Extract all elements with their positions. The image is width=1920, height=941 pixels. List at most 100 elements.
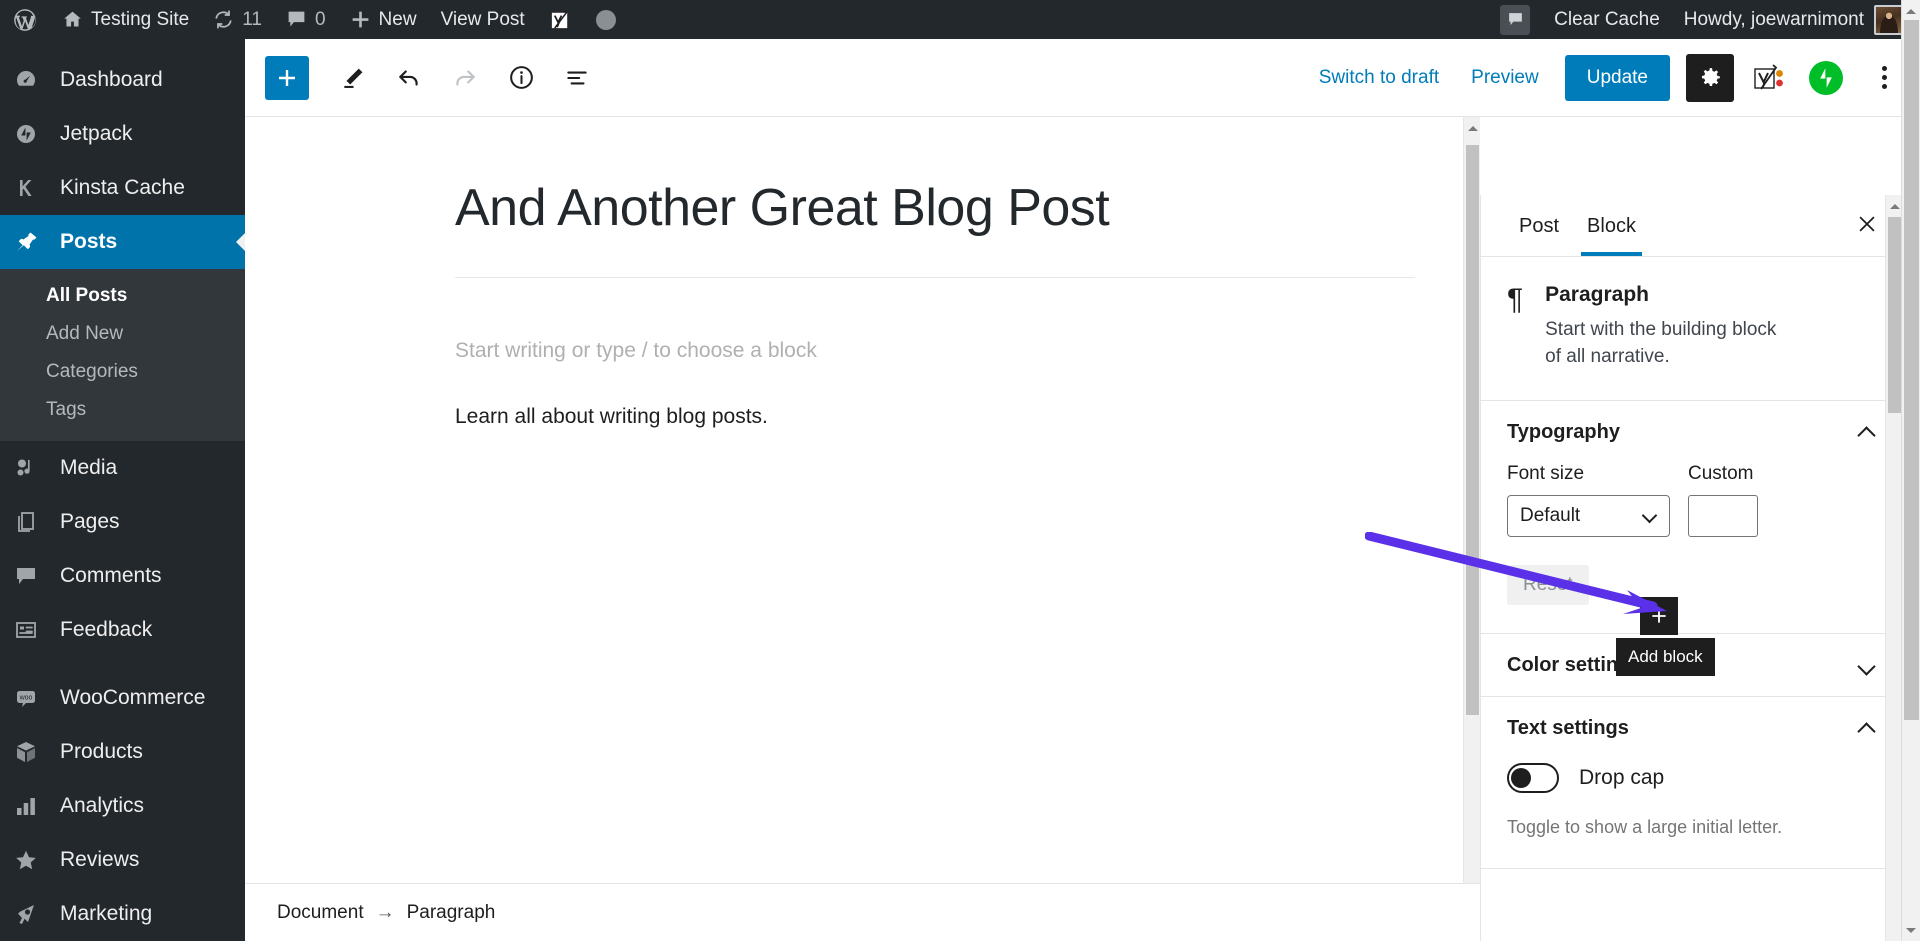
- scroll-up-arrow-icon[interactable]: [1902, 2, 1919, 20]
- sidebar-item-label: Marketing: [60, 902, 153, 925]
- typography-section: Typography Font size Default Custom Rese…: [1481, 401, 1902, 635]
- chevron-down-icon: [1858, 656, 1876, 674]
- sidebar-item-analytics[interactable]: Analytics: [0, 779, 245, 833]
- jetpack-icon: [14, 122, 54, 146]
- adminbar-comments[interactable]: 0: [274, 0, 338, 39]
- adminbar-site-name-label: Testing Site: [91, 8, 190, 30]
- adminbar-new-content[interactable]: New: [338, 0, 429, 39]
- preview-button[interactable]: Preview: [1455, 67, 1555, 89]
- submenu-item-categories[interactable]: Categories: [0, 353, 245, 391]
- comment-bubble-icon: [14, 564, 54, 588]
- update-button[interactable]: Update: [1564, 54, 1670, 101]
- breadcrumb-current[interactable]: Paragraph: [407, 902, 496, 924]
- sidebar-item-posts[interactable]: Posts: [0, 215, 245, 269]
- add-block-inserter-button[interactable]: [1640, 597, 1678, 635]
- browser-scrollbar[interactable]: [1901, 0, 1920, 941]
- sidebar-item-reviews[interactable]: Reviews: [0, 833, 245, 887]
- typography-section-body: Font size Default Custom Reset: [1507, 463, 1876, 633]
- adminbar-status-dot[interactable]: [584, 0, 628, 39]
- adminbar-view-post[interactable]: View Post: [429, 0, 537, 39]
- add-block-tooltip: Add block: [1616, 638, 1715, 676]
- avatar: [1874, 4, 1904, 35]
- products-box-icon: [14, 740, 54, 764]
- submenu-item-all-posts[interactable]: All Posts: [0, 277, 245, 315]
- reset-button[interactable]: Reset: [1507, 565, 1589, 606]
- adminbar-updates-count: 11: [242, 8, 262, 30]
- sidebar-item-marketing[interactable]: Marketing: [0, 887, 245, 941]
- canvas-scrollbar-thumb[interactable]: [1466, 145, 1479, 715]
- adminbar-notifications[interactable]: [1488, 0, 1542, 39]
- tab-post[interactable]: Post: [1505, 195, 1573, 256]
- content-info-button[interactable]: [499, 56, 543, 100]
- sidebar-item-label: Dashboard: [60, 68, 163, 91]
- adminbar-my-account[interactable]: Howdy, joewarnimont: [1672, 0, 1864, 39]
- chevron-down-icon: [1643, 509, 1657, 523]
- sidebar-item-jetpack[interactable]: Jetpack: [0, 107, 245, 161]
- panel-tab-list: Post Block: [1481, 195, 1902, 257]
- scroll-up-arrow-icon[interactable]: [1464, 119, 1480, 137]
- paragraph-block[interactable]: Learn all about writing blog posts.: [455, 400, 1415, 434]
- home-icon: [62, 9, 83, 30]
- dashboard-icon: [14, 68, 54, 92]
- sidebar-item-kinsta-cache[interactable]: Kinsta Cache: [0, 161, 245, 215]
- sidebar-item-pages[interactable]: Pages: [0, 495, 245, 549]
- breadcrumb-root[interactable]: Document: [277, 902, 364, 924]
- browser-scrollbar-thumb[interactable]: [1904, 20, 1919, 720]
- paragraph-pilcrow-icon: ¶: [1507, 283, 1524, 316]
- adminbar-wordpress-logo[interactable]: [0, 0, 50, 39]
- settings-gear-button[interactable]: [1686, 53, 1734, 102]
- scroll-down-arrow-icon[interactable]: [1902, 921, 1919, 939]
- yoast-seo-button[interactable]: [1744, 54, 1792, 102]
- scroll-up-arrow-icon[interactable]: [1886, 197, 1902, 215]
- editor-canvas[interactable]: And Another Great Blog Post Start writin…: [245, 117, 1480, 941]
- selected-block-description: Start with the building block of all nar…: [1545, 319, 1777, 367]
- sidebar-item-label: Pages: [60, 510, 120, 533]
- font-size-control: Font size Default: [1507, 463, 1670, 538]
- post-title-field[interactable]: And Another Great Blog Post: [455, 177, 1415, 239]
- add-block-toolbar-button[interactable]: [265, 55, 309, 100]
- sidebar-item-feedback[interactable]: Feedback: [0, 603, 245, 657]
- empty-paragraph-block[interactable]: Start writing or type / to choose a bloc…: [455, 334, 1415, 368]
- panel-scrollbar[interactable]: [1885, 195, 1902, 941]
- custom-font-size-input[interactable]: [1688, 495, 1758, 538]
- sidebar-item-media[interactable]: Media: [0, 441, 245, 495]
- submenu-item-tags[interactable]: Tags: [0, 391, 245, 429]
- redo-button[interactable]: [443, 56, 487, 100]
- list-view-button[interactable]: [555, 56, 599, 100]
- close-icon[interactable]: [1856, 195, 1878, 235]
- sidebar-item-products[interactable]: Products: [0, 725, 245, 779]
- edit-mode-button[interactable]: [331, 56, 375, 100]
- font-size-row: Font size Default Custom: [1507, 463, 1876, 538]
- adminbar-updates[interactable]: 11: [201, 0, 274, 39]
- submenu-item-add-new[interactable]: Add New: [0, 315, 245, 353]
- adminbar-yoast-seo[interactable]: [537, 0, 584, 39]
- sidebar-item-dashboard[interactable]: Dashboard: [0, 53, 245, 107]
- font-size-select[interactable]: Default: [1507, 495, 1670, 538]
- pin-icon: [14, 230, 54, 254]
- gear-icon: [1698, 65, 1723, 90]
- sidebar-item-label: WooCommerce: [60, 686, 206, 709]
- chevron-up-icon: [1858, 423, 1876, 441]
- media-icon: [14, 456, 54, 480]
- adminbar-comments-count: 0: [314, 8, 326, 30]
- sidebar-item-label: Jetpack: [60, 122, 133, 145]
- drop-cap-toggle[interactable]: [1507, 763, 1559, 794]
- undo-button[interactable]: [387, 56, 431, 100]
- adminbar-right-group: Clear Cache Howdy, joewarnimont: [1488, 0, 1920, 39]
- sidebar-item-woocommerce[interactable]: woo WooCommerce: [0, 671, 245, 725]
- adminbar-site-name[interactable]: Testing Site: [50, 0, 201, 39]
- updates-icon: [213, 9, 234, 30]
- panel-scrollbar-thumb[interactable]: [1888, 217, 1901, 413]
- text-settings-section-header[interactable]: Text settings: [1507, 697, 1876, 759]
- selected-block-card: ¶ Paragraph Start with the building bloc…: [1481, 257, 1902, 402]
- typography-section-header[interactable]: Typography: [1507, 401, 1876, 463]
- sidebar-item-label: Kinsta Cache: [60, 176, 185, 199]
- jetpack-button[interactable]: [1802, 54, 1850, 102]
- yoast-seo-icon: [1751, 61, 1785, 95]
- editor-canvas-content: And Another Great Blog Post Start writin…: [245, 117, 1480, 434]
- sidebar-item-comments[interactable]: Comments: [0, 549, 245, 603]
- canvas-scrollbar[interactable]: [1463, 117, 1480, 941]
- tab-block[interactable]: Block: [1573, 195, 1650, 256]
- switch-to-draft-button[interactable]: Switch to draft: [1303, 67, 1455, 89]
- adminbar-clear-cache[interactable]: Clear Cache: [1542, 0, 1672, 39]
